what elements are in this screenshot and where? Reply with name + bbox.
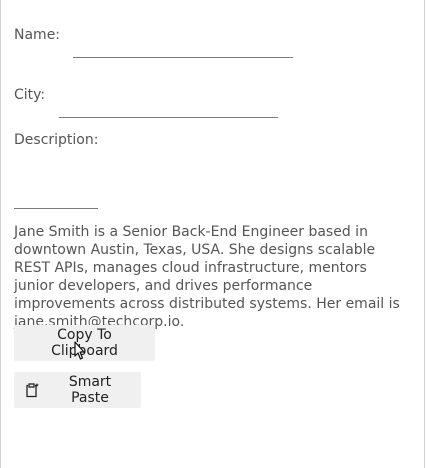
smart-paste-icon — [24, 382, 40, 398]
name-field[interactable] — [73, 57, 293, 58]
source-text-paragraph: Jane Smith is a Senior Back-End Engineer… — [14, 224, 400, 330]
smart-paste-button[interactable]: Smart Paste — [14, 372, 141, 408]
copy-button-label: Copy To Clipboard — [51, 327, 118, 359]
frame-left-border — [0, 0, 1, 468]
name-label: Name: — [14, 27, 61, 43]
city-field[interactable] — [59, 117, 278, 118]
description-field[interactable] — [14, 208, 98, 209]
description-label: Description: — [14, 132, 99, 148]
smart-paste-label: Smart Paste — [68, 374, 112, 406]
copy-to-clipboard-button[interactable]: Copy To Clipboard — [14, 325, 155, 361]
city-label: City: — [14, 87, 46, 103]
frame-right-border — [424, 0, 425, 468]
